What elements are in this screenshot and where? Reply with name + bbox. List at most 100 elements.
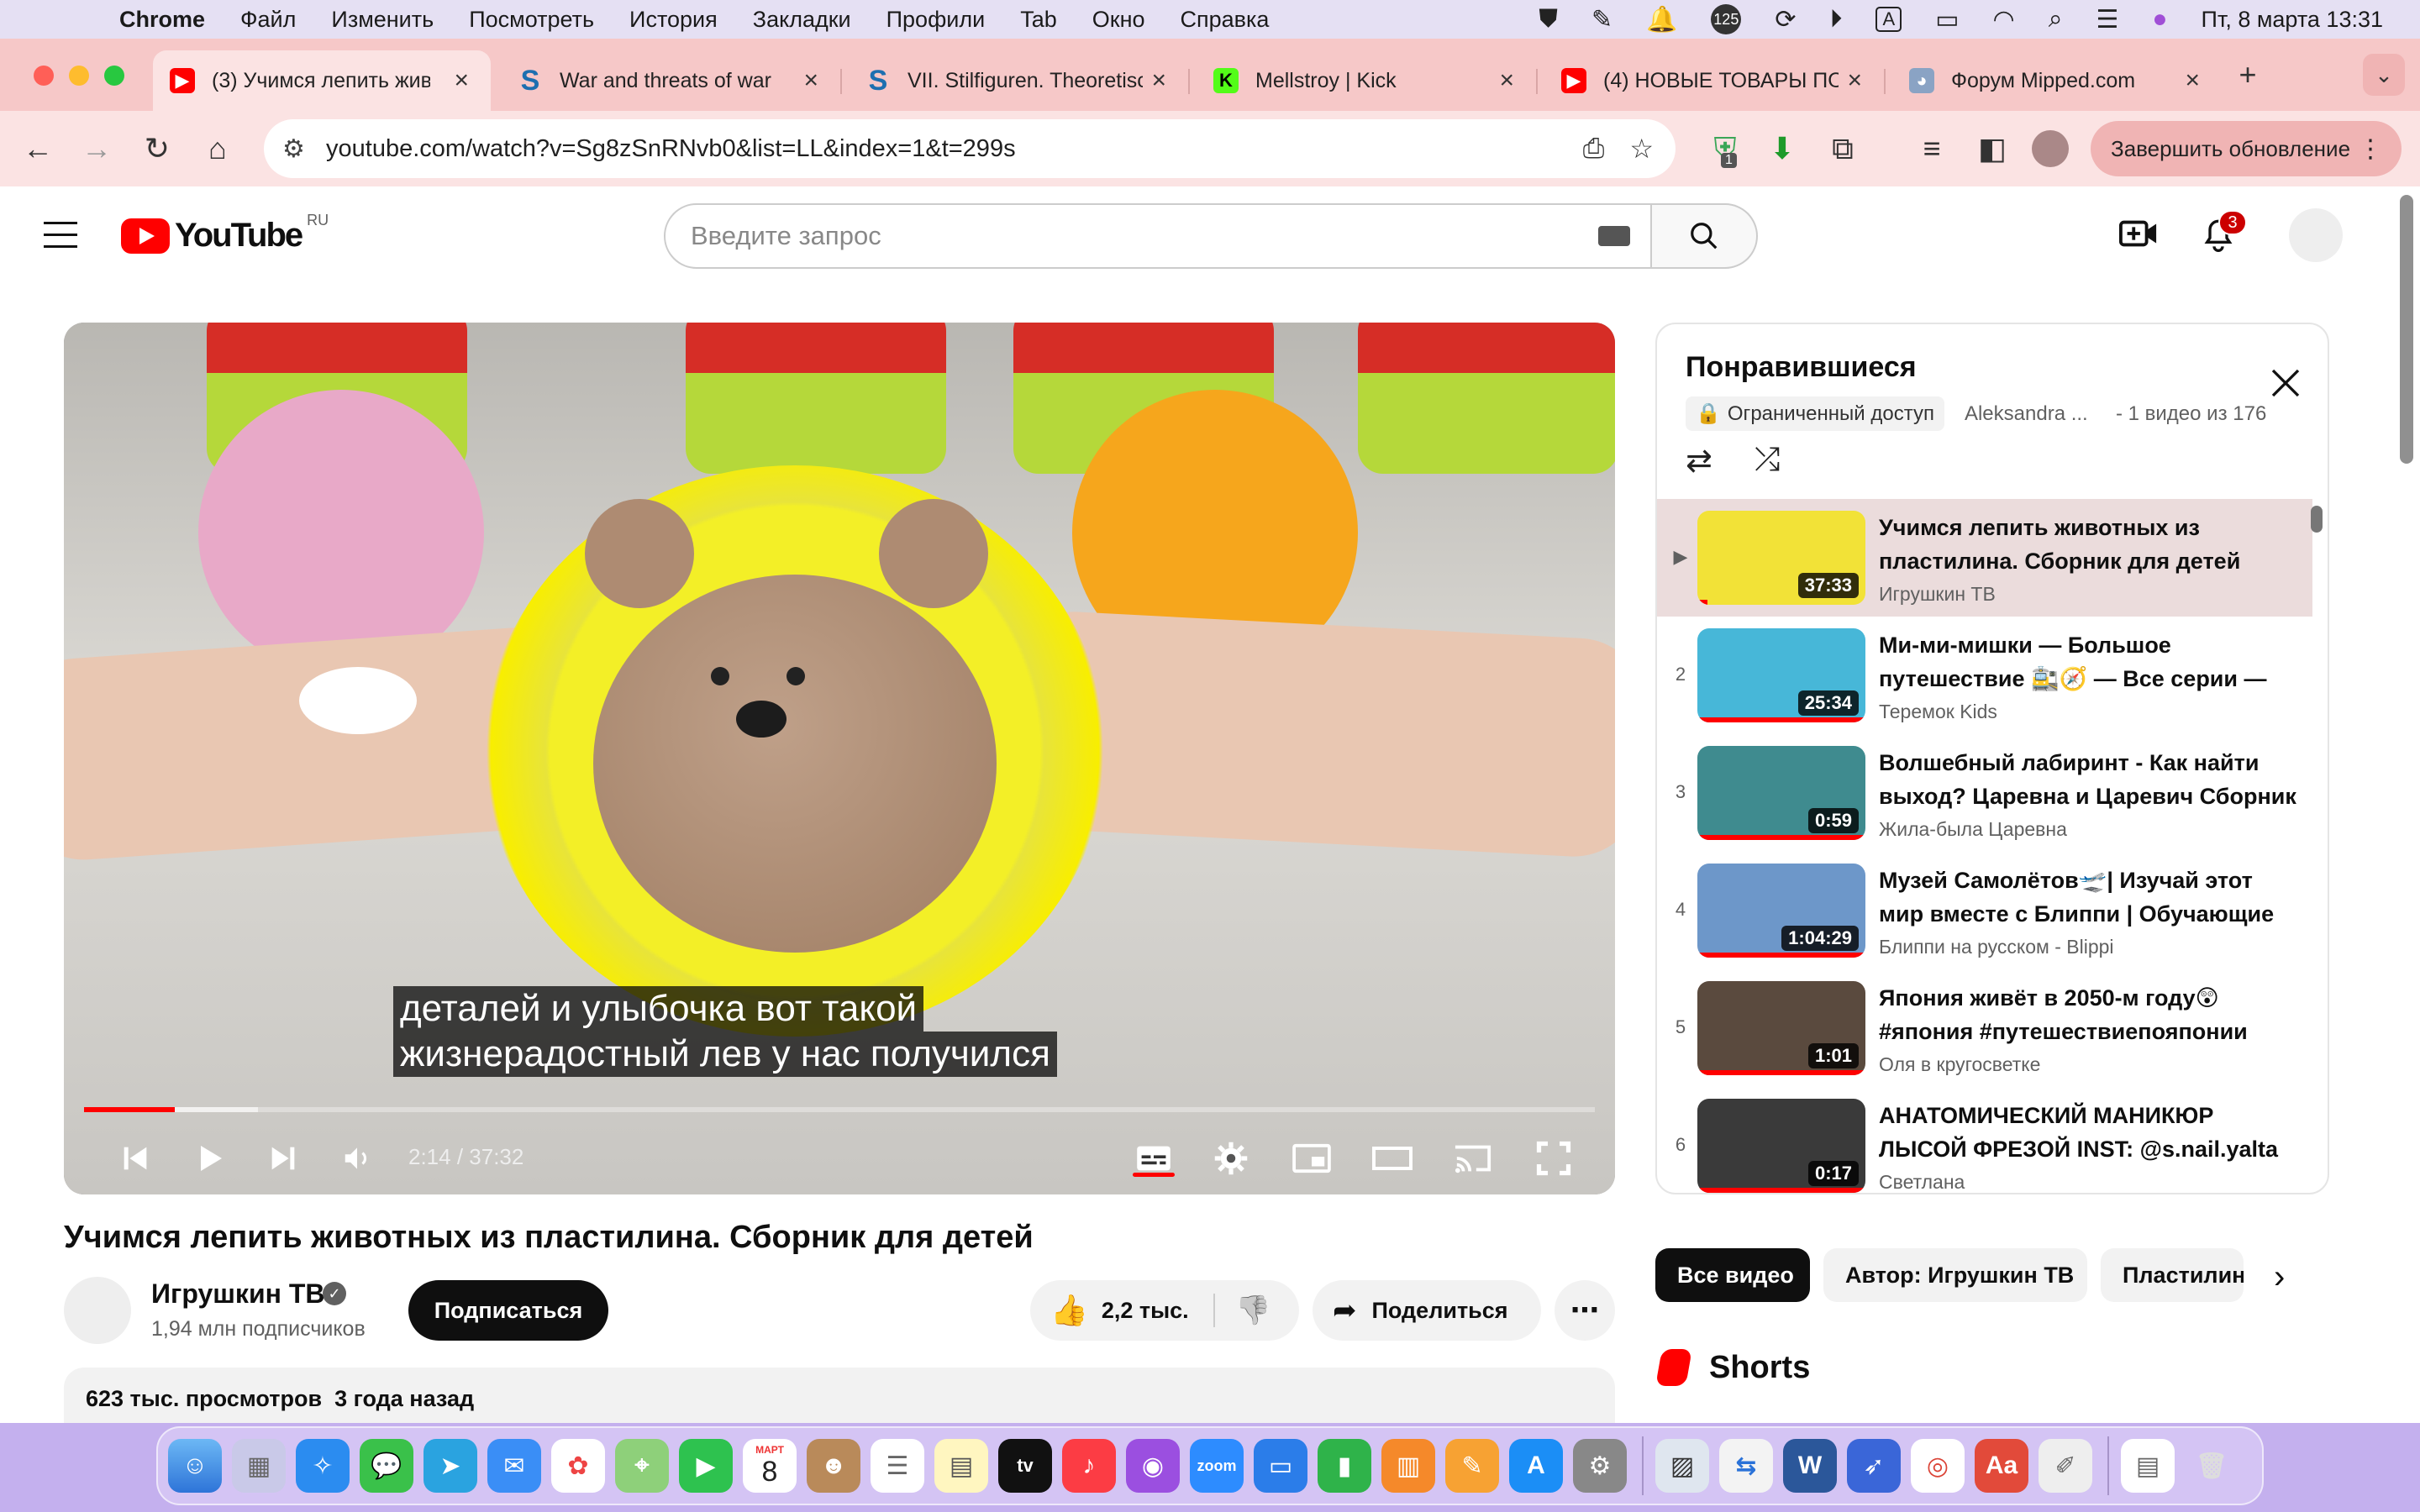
- finder-icon[interactable]: ☺: [168, 1439, 222, 1493]
- miniplayer-button[interactable]: [1282, 1129, 1341, 1188]
- safari-icon[interactable]: ✧: [296, 1439, 350, 1493]
- antivirus-icon[interactable]: ⛊: [1539, 5, 1558, 34]
- play-button[interactable]: [180, 1129, 239, 1188]
- contacts-icon[interactable]: ☻: [807, 1439, 860, 1493]
- chip-plasticine[interactable]: Пластилин: [2101, 1248, 2244, 1302]
- tab-search-chevron-icon[interactable]: ⌄: [2363, 54, 2405, 96]
- search-button[interactable]: [1652, 203, 1758, 269]
- loop-icon[interactable]: ⇄: [1686, 442, 1712, 480]
- extensions-puzzle-icon[interactable]: ⧉: [1822, 128, 1864, 170]
- settings-button[interactable]: [1202, 1129, 1260, 1188]
- tab-kick[interactable]: K Mellstroy | Kick ×: [1197, 50, 1536, 111]
- window-zoom-button[interactable]: [104, 66, 124, 86]
- battery-icon[interactable]: ▭: [1935, 5, 1959, 34]
- play-status-icon[interactable]: ⏵: [1829, 5, 1842, 34]
- preview-icon[interactable]: ▨: [1655, 1439, 1709, 1493]
- tab-close-icon[interactable]: ×: [1499, 66, 1514, 95]
- share-button[interactable]: ➦ Поделиться: [1313, 1280, 1541, 1341]
- tab-mipped[interactable]: ◕ Форум Mipped.com ×: [1892, 50, 2222, 111]
- channel-name[interactable]: Игрушкин ТВ: [151, 1278, 324, 1310]
- window-close-button[interactable]: [34, 66, 54, 86]
- menu-file[interactable]: Файл: [240, 7, 296, 33]
- launchpad-icon[interactable]: ▦: [232, 1439, 286, 1493]
- volume-button[interactable]: [328, 1129, 387, 1188]
- back-arrow-icon[interactable]: ←: [17, 128, 59, 170]
- chrome-icon[interactable]: ◎: [1911, 1439, 1965, 1493]
- playlist-item[interactable]: 2 25:34 Ми-ми-мишки — Большое путешествие …: [1657, 617, 2312, 734]
- tab-close-icon[interactable]: ×: [1847, 66, 1862, 95]
- chevron-right-icon[interactable]: ›: [2274, 1258, 2285, 1296]
- new-tab-plus-icon[interactable]: +: [2227, 54, 2269, 96]
- counter-status-icon[interactable]: 125: [1711, 4, 1742, 34]
- dictionary-icon[interactable]: Aa: [1975, 1439, 2028, 1493]
- cast-button[interactable]: [1444, 1129, 1502, 1188]
- playlist-author[interactable]: Aleksandra ...: [1965, 402, 2099, 426]
- update-button[interactable]: Завершить обновление ⋮: [2091, 121, 2402, 176]
- video-progress-bar[interactable]: [84, 1107, 1595, 1112]
- fullscreen-button[interactable]: [1524, 1129, 1583, 1188]
- playlist-scrollbar[interactable]: [2311, 506, 2323, 533]
- notes-icon[interactable]: ▤: [934, 1439, 988, 1493]
- photos-icon[interactable]: ✿: [551, 1439, 605, 1493]
- books-icon[interactable]: ▥: [1381, 1439, 1435, 1493]
- telegram-icon[interactable]: ➤: [424, 1439, 477, 1493]
- tab-youtube-goods[interactable]: ▶ (4) НОВЫЕ ТОВАРЫ ПОСТУПИЛИ ×: [1544, 50, 1884, 111]
- app-store-icon[interactable]: A: [1509, 1439, 1563, 1493]
- chip-all-videos[interactable]: Все видео: [1655, 1248, 1810, 1302]
- playlist-item[interactable]: 4 1:04:29 Музей Самолётов🛫| Изучай этот ми…: [1657, 852, 2312, 969]
- more-actions-button[interactable]: ⋯: [1555, 1280, 1615, 1341]
- word-icon[interactable]: W: [1783, 1439, 1837, 1493]
- tab-war[interactable]: S War and threats of war ×: [501, 50, 840, 111]
- address-url[interactable]: youtube.com/watch?v=Sg8zSnRNvb0&list=LL&…: [326, 135, 1016, 163]
- theater-mode-button[interactable]: [1363, 1129, 1422, 1188]
- sync-icon[interactable]: ⟳: [1775, 5, 1796, 34]
- close-icon[interactable]: [2269, 366, 2302, 400]
- menubar-clock[interactable]: Пт, 8 марта 13:31: [2202, 7, 2383, 33]
- menu-tab[interactable]: Tab: [1020, 7, 1057, 33]
- youtube-logo[interactable]: YouTube RU: [121, 212, 329, 255]
- menu-help[interactable]: Справка: [1181, 7, 1270, 33]
- siri-icon[interactable]: ●: [2152, 5, 2167, 34]
- home-icon[interactable]: ⌂: [197, 128, 239, 170]
- search-input[interactable]: Введите запрос: [664, 203, 1652, 269]
- calendar-icon[interactable]: МАРТ 8: [743, 1439, 797, 1493]
- wifi-icon[interactable]: ◠: [1993, 5, 2015, 34]
- shorts-header[interactable]: Shorts: [1655, 1349, 1810, 1386]
- tab-close-icon[interactable]: ×: [454, 66, 469, 95]
- next-video-button[interactable]: [254, 1129, 313, 1188]
- playlist-title[interactable]: Понравившиеся: [1686, 351, 1917, 384]
- script-editor-icon[interactable]: ✐: [2039, 1439, 2092, 1493]
- facetime-icon[interactable]: ▶: [679, 1439, 733, 1493]
- forward-arrow-icon[interactable]: →: [76, 128, 118, 170]
- music-icon[interactable]: ♪: [1062, 1439, 1116, 1493]
- menu-window[interactable]: Окно: [1092, 7, 1145, 33]
- menu-app-name[interactable]: Chrome: [119, 7, 205, 33]
- thumbs-up-icon[interactable]: 👍: [1050, 1293, 1088, 1328]
- create-video-icon[interactable]: [2119, 217, 2158, 259]
- trash-icon[interactable]: 🗑: [2185, 1439, 2238, 1493]
- menu-bookmarks[interactable]: Закладки: [753, 7, 851, 33]
- playlist-item[interactable]: 5 1:01 Япония живёт в 2050-м году😲 #япония…: [1657, 969, 2312, 1087]
- tab-close-icon[interactable]: ×: [1151, 66, 1166, 95]
- like-count[interactable]: 2,2 тыс.: [1102, 1298, 1189, 1324]
- translate-icon[interactable]: ⇆: [1719, 1439, 1773, 1493]
- bell-status-icon[interactable]: 🔔: [1646, 5, 1677, 34]
- profile-avatar-icon[interactable]: [2032, 130, 2069, 167]
- bookmark-star-icon[interactable]: ☆: [1629, 133, 1654, 165]
- podcasts-icon[interactable]: ◉: [1126, 1439, 1180, 1493]
- kebab-menu-icon[interactable]: ⋮: [2358, 134, 2383, 164]
- apple-tv-icon[interactable]: tv: [998, 1439, 1052, 1493]
- control-center-icon[interactable]: ☰: [2096, 5, 2119, 34]
- side-panel-icon[interactable]: ◧: [1971, 128, 2013, 170]
- keynote-icon[interactable]: ▭: [1254, 1439, 1307, 1493]
- reload-icon[interactable]: ↻: [136, 128, 178, 170]
- install-app-icon[interactable]: ⎙: [1583, 133, 1605, 165]
- subtitles-button[interactable]: [1124, 1129, 1183, 1188]
- hamburger-menu-icon[interactable]: [44, 222, 77, 257]
- system-settings-icon[interactable]: ⚙: [1573, 1439, 1627, 1493]
- playlist-item[interactable]: ▶ 37:33 Учимся лепить животных из пластили…: [1657, 499, 2312, 617]
- page-scrollbar[interactable]: [2400, 195, 2413, 464]
- window-minimize-button[interactable]: [69, 66, 89, 86]
- subscribe-button[interactable]: Подписаться: [408, 1280, 608, 1341]
- playlist-item[interactable]: 3 0:59 Волшебный лабиринт - Как найти выхо…: [1657, 734, 2312, 852]
